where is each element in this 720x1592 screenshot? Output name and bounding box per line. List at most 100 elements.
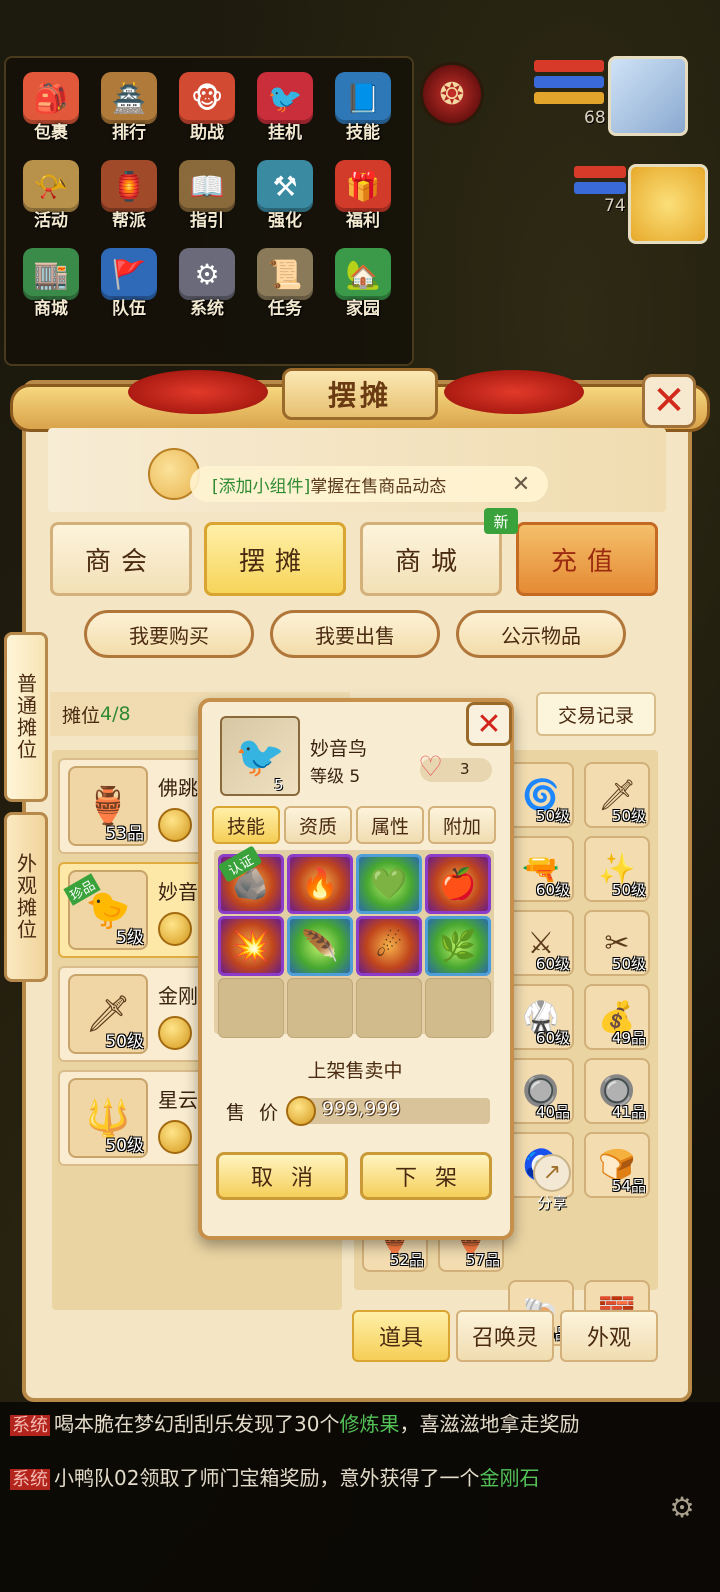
player-portrait[interactable] bbox=[608, 56, 688, 136]
chat-text: ，喜滋滋地拿走奖励 bbox=[399, 1412, 580, 1436]
heart-icon[interactable]: ♡ bbox=[418, 752, 443, 782]
menu-item[interactable]: 🏮 帮派 bbox=[94, 156, 164, 236]
menu-item[interactable]: 🎁 福利 bbox=[328, 156, 398, 236]
item-icon: 🐤 5级 珍品 bbox=[63, 870, 148, 950]
skill-slot[interactable]: 🔥 bbox=[287, 854, 353, 914]
item-tag: 60级 bbox=[535, 881, 570, 899]
goods-item[interactable]: 🔘 40品 bbox=[508, 1058, 574, 1124]
main-menu-grid: 🎒 包裹 🏯 排行 🐵 助战 🐦 挂机 📘 技能 📯 活动 🏮 帮派 📖 指引 ⚒ 强化 🎁 福利 🏬 商城 🚩 队伍 ⚙ 系统 📜… bbox=[4, 56, 414, 366]
add-widget-link[interactable]: [添加小组件] bbox=[212, 472, 310, 497]
pet-level-badge: 5 bbox=[274, 776, 284, 794]
menu-item[interactable]: ⚒ 强化 bbox=[250, 156, 320, 236]
trade-record-button[interactable]: 交易记录 bbox=[536, 692, 656, 736]
pet-name: 妙音鸟 bbox=[310, 738, 368, 760]
goods-item[interactable]: ✂ 50级 bbox=[584, 910, 650, 976]
skill-slot[interactable]: 🍎 bbox=[425, 854, 491, 914]
coin-icon bbox=[158, 912, 192, 946]
tab-items[interactable]: 道具 bbox=[352, 1310, 450, 1362]
chat-panel[interactable]: 系统 喝本脆在梦幻刮刮乐发现了30个修炼果，喜滋滋地拿走奖励 系统 小鸭队02领取了… bbox=[0, 1402, 720, 1592]
menu-item[interactable]: 🏡 家园 bbox=[328, 244, 398, 324]
empty-skill-slot bbox=[218, 978, 284, 1038]
skill-slot[interactable]: 💚 bbox=[356, 854, 422, 914]
slot-label: 摊位 bbox=[62, 704, 101, 727]
tab-aptitude[interactable]: 资质 bbox=[284, 806, 352, 844]
tab-summons[interactable]: 召唤灵 bbox=[456, 1310, 554, 1362]
menu-item[interactable]: 📖 指引 bbox=[172, 156, 242, 236]
on-sale-status: 上架售卖中 bbox=[307, 1060, 403, 1082]
menu-item[interactable]: 🐦 挂机 bbox=[250, 68, 320, 148]
buy-button[interactable]: 我要购买 bbox=[84, 610, 254, 658]
menu-label: 强化 bbox=[268, 211, 302, 231]
menu-item[interactable]: 🐵 助战 bbox=[172, 68, 242, 148]
pet-portrait[interactable] bbox=[628, 164, 708, 244]
menu-item[interactable]: 📘 技能 bbox=[328, 68, 398, 148]
left-ribbon bbox=[128, 370, 268, 414]
side-tab-appearance-stall[interactable]: 外观摊位 bbox=[4, 812, 48, 982]
close-panel-button[interactable]: ✕ bbox=[642, 374, 696, 428]
tab-skills[interactable]: 技能 bbox=[212, 806, 280, 844]
tab-recharge[interactable]: 充值 bbox=[516, 522, 658, 596]
right-ribbon bbox=[444, 370, 584, 414]
activity-wheel-icon[interactable]: ❂ bbox=[420, 62, 484, 126]
goods-item[interactable]: 💰 49品 bbox=[584, 984, 650, 1050]
tab-mall[interactable]: 商城 bbox=[360, 522, 502, 596]
item-tag: 40品 bbox=[535, 1103, 570, 1121]
chat-settings-gear-icon[interactable]: ⚙ bbox=[664, 1490, 700, 1526]
item-tag: 53品 bbox=[105, 824, 144, 844]
menu-item[interactable]: 🎒 包裹 bbox=[16, 68, 86, 148]
skill-slot[interactable]: ☄ bbox=[356, 916, 422, 976]
goods-item[interactable]: 🌀 50级 bbox=[508, 762, 574, 828]
item-tag: 57品 bbox=[465, 1251, 500, 1269]
goods-item[interactable]: 🔘 41品 bbox=[584, 1058, 650, 1124]
shop-icon: 🏬 bbox=[23, 248, 79, 300]
tab-attributes[interactable]: 属性 bbox=[356, 806, 424, 844]
menu-item[interactable]: 📯 活动 bbox=[16, 156, 86, 236]
notice-close-icon[interactable]: ✕ bbox=[506, 470, 536, 500]
goods-item[interactable]: 🗡 50级 bbox=[584, 762, 650, 828]
tab-chamber[interactable]: 商会 bbox=[50, 522, 192, 596]
pet-grade: 等级 5 bbox=[310, 762, 360, 787]
menu-label: 指引 bbox=[190, 211, 224, 231]
public-items-button[interactable]: 公示物品 bbox=[456, 610, 626, 658]
gear-icon: ⚙ bbox=[179, 248, 235, 300]
menu-item[interactable]: 🚩 队伍 bbox=[94, 244, 164, 324]
bag-icon: 🎒 bbox=[23, 72, 79, 124]
price-label: 售价 bbox=[226, 1102, 293, 1124]
cancel-button[interactable]: 取消 bbox=[216, 1152, 348, 1200]
coin-icon bbox=[286, 1096, 316, 1126]
goods-item[interactable]: ⚔ 60级 bbox=[508, 910, 574, 976]
delist-button[interactable]: 下架 bbox=[360, 1152, 492, 1200]
chat-highlight: 修炼果 bbox=[339, 1412, 400, 1436]
sell-button[interactable]: 我要出售 bbox=[270, 610, 440, 658]
empty-skill-slot bbox=[287, 978, 353, 1038]
goods-item[interactable]: 🥋 60级 bbox=[508, 984, 574, 1050]
share-icon: ↗ bbox=[533, 1154, 571, 1192]
system-tag: 系统 bbox=[10, 1415, 50, 1436]
grade-value: 5 bbox=[349, 767, 361, 787]
skill-slot[interactable]: 🌿 bbox=[425, 916, 491, 976]
tab-extra[interactable]: 附加 bbox=[428, 806, 496, 844]
tab-stall[interactable]: 摆摊 bbox=[204, 522, 346, 596]
chat-message: 系统 小鸭队02领取了师门宝箱奖励，意外获得了一个金刚石 bbox=[10, 1462, 539, 1491]
widget-notice[interactable]: [添加小组件] 掌握在售商品动态 bbox=[190, 466, 548, 502]
item-tag: 50级 bbox=[611, 807, 646, 825]
skill-slot[interactable]: 🪶 bbox=[287, 916, 353, 976]
menu-item[interactable]: 🏯 排行 bbox=[94, 68, 164, 148]
side-tab-normal-stall[interactable]: 普通摊位 bbox=[4, 632, 48, 802]
ranking-icon: 🏯 bbox=[101, 72, 157, 124]
item-tag: 50级 bbox=[105, 1136, 144, 1156]
menu-item[interactable]: ⚙ 系统 bbox=[172, 244, 242, 324]
popup-close-button[interactable]: ✕ bbox=[466, 702, 512, 746]
chat-text: 小鸭队02领取了师门宝箱奖励，意外获得了一个 bbox=[54, 1466, 480, 1490]
grade-label: 等级 bbox=[310, 767, 344, 787]
tab-appearance[interactable]: 外观 bbox=[560, 1310, 658, 1362]
goods-item[interactable]: ✨ 50级 bbox=[584, 836, 650, 902]
menu-label: 助战 bbox=[190, 123, 224, 143]
goods-item[interactable]: 🍞 54品 bbox=[584, 1132, 650, 1198]
menu-item[interactable]: 📜 任务 bbox=[250, 244, 320, 324]
share-button[interactable]: ↗ 分享 bbox=[528, 1154, 576, 1224]
goods-item[interactable]: 🔫 60级 bbox=[508, 836, 574, 902]
coin-icon bbox=[158, 1120, 192, 1154]
menu-item[interactable]: 🏬 商城 bbox=[16, 244, 86, 324]
skill-slot[interactable]: 💥 bbox=[218, 916, 284, 976]
